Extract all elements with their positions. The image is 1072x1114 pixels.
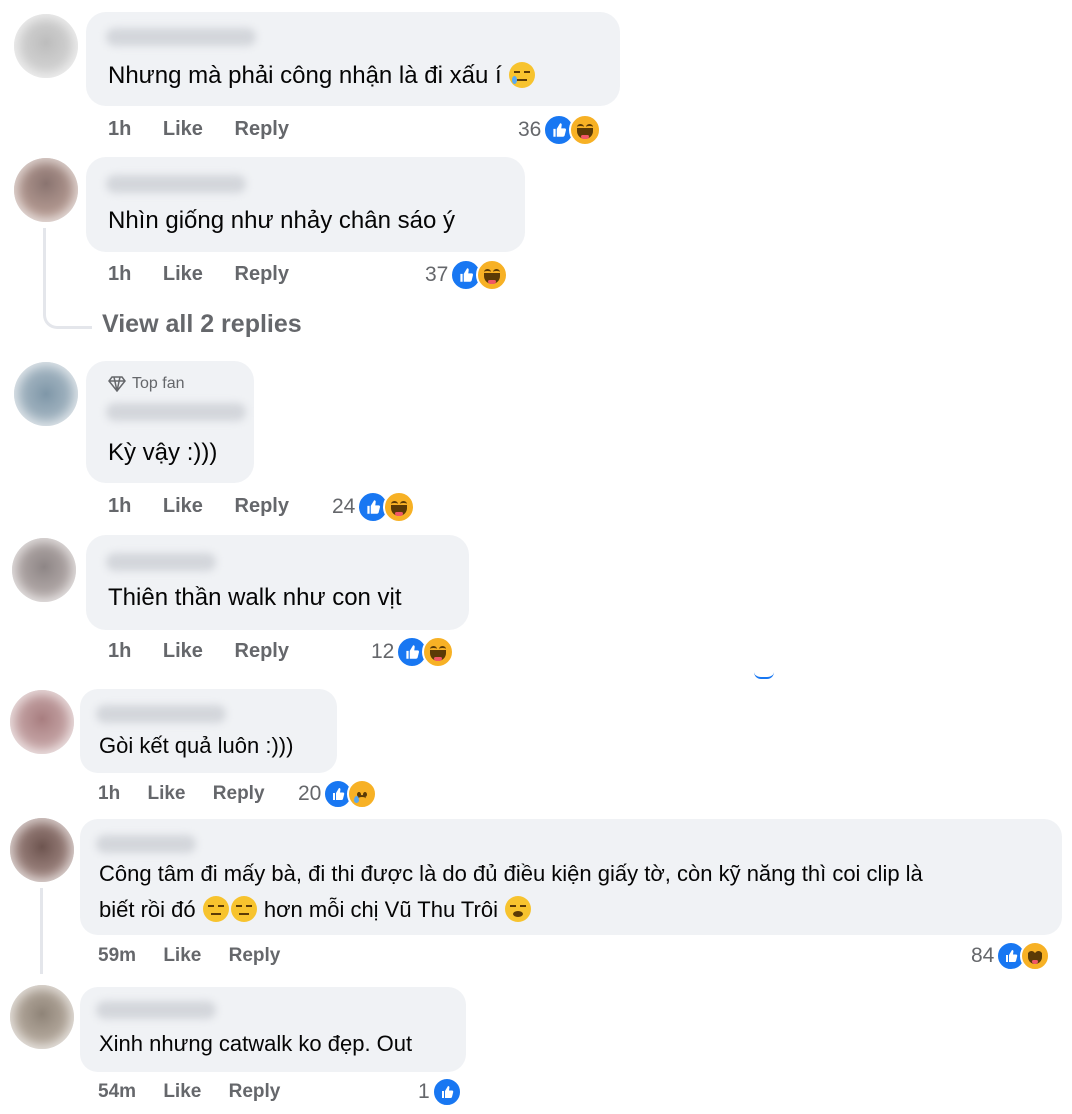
- reaction-summary[interactable]: 20: [298, 777, 378, 811]
- reaction-count: 24: [332, 495, 356, 518]
- reaction-count: 84: [971, 944, 995, 967]
- reaction-summary[interactable]: 37: [425, 258, 509, 292]
- haha-reaction-icon: [1020, 941, 1051, 971]
- author-name-blurred[interactable]: [96, 705, 226, 723]
- comment-actions: 1h Like Reply: [108, 263, 289, 286]
- avatar[interactable]: [12, 538, 76, 602]
- reaction-count: 36: [518, 118, 542, 141]
- comment-actions: 1h Like Reply: [108, 640, 289, 663]
- avatar[interactable]: [10, 690, 74, 754]
- comment-bubble: Gòi kết quả luôn :))): [80, 689, 337, 773]
- author-name-blurred[interactable]: [106, 553, 216, 571]
- reply-button[interactable]: Reply: [213, 783, 265, 804]
- reaction-count: 20: [298, 782, 322, 805]
- timestamp[interactable]: 1h: [108, 263, 131, 285]
- comment-bubble: Top fan Kỳ vậy :))): [86, 361, 254, 483]
- haha-reaction-icon: [383, 491, 416, 523]
- comment-bubble: Thiên thần walk như con vịt: [86, 535, 469, 630]
- thread-connector: [43, 228, 92, 329]
- comment-bubble: Xinh nhưng catwalk ko đẹp. Out: [80, 987, 466, 1072]
- reaction-summary[interactable]: 24: [332, 490, 416, 524]
- comment-actions: 59m Like Reply: [98, 945, 280, 967]
- reaction-summary[interactable]: 12: [371, 635, 455, 669]
- avatar[interactable]: [14, 14, 78, 78]
- comment-text: Thiên thần walk như con vịt: [108, 584, 402, 611]
- timestamp[interactable]: 1h: [108, 640, 131, 662]
- timestamp[interactable]: 54m: [98, 1081, 136, 1102]
- like-button[interactable]: Like: [163, 640, 203, 662]
- reaction-count: 12: [371, 640, 395, 663]
- reply-button[interactable]: Reply: [229, 945, 281, 966]
- comment-actions: 1h Like Reply: [108, 118, 289, 141]
- reaction-count: 1: [418, 1080, 430, 1103]
- like-button[interactable]: Like: [163, 945, 201, 966]
- author-name-blurred[interactable]: [106, 175, 246, 193]
- thread-connector: [40, 888, 43, 974]
- sad-reaction-icon: [347, 779, 378, 809]
- timestamp[interactable]: 1h: [108, 495, 131, 517]
- like-button[interactable]: Like: [163, 118, 203, 140]
- reply-button[interactable]: Reply: [235, 118, 289, 140]
- reaction-summary[interactable]: 36: [518, 113, 602, 147]
- comment-bubble: Công tâm đi mấy bà, đi thi được là do đủ…: [80, 819, 1062, 935]
- scroll-artifact: [754, 672, 774, 679]
- comment-actions: 1h Like Reply: [98, 783, 265, 805]
- like-button[interactable]: Like: [163, 495, 203, 517]
- avatar[interactable]: [14, 362, 78, 426]
- haha-reaction-icon: [422, 636, 455, 668]
- author-name-blurred[interactable]: [106, 403, 246, 421]
- yawning-face-icon: [505, 896, 532, 922]
- comment-text: Công tâm đi mấy bà, đi thi được là do đủ…: [99, 861, 923, 922]
- reply-button[interactable]: Reply: [229, 1081, 281, 1102]
- reaction-summary[interactable]: 1: [418, 1075, 462, 1109]
- reply-button[interactable]: Reply: [235, 495, 289, 517]
- like-button[interactable]: Like: [147, 783, 185, 804]
- author-name-blurred[interactable]: [96, 835, 196, 853]
- expressionless-face-icon: [230, 896, 257, 922]
- like-button[interactable]: Like: [163, 1081, 201, 1102]
- diamond-icon: [108, 376, 126, 392]
- author-name-blurred[interactable]: [96, 1001, 216, 1019]
- reaction-summary[interactable]: 84: [971, 939, 1051, 973]
- comment-text: Kỳ vậy :))): [108, 439, 218, 466]
- author-name-blurred[interactable]: [106, 28, 256, 46]
- expressionless-face-icon: [202, 896, 229, 922]
- avatar[interactable]: [14, 158, 78, 222]
- like-reaction-icon: [431, 1077, 462, 1107]
- comment-text: Nhìn giống như nhảy chân sáo ý: [108, 207, 455, 234]
- view-replies-link[interactable]: View all 2 replies: [102, 310, 302, 339]
- like-button[interactable]: Like: [163, 263, 203, 285]
- timestamp[interactable]: 1h: [108, 118, 131, 140]
- comment-text: Gòi kết quả luôn :))): [99, 733, 294, 758]
- comment-text: Nhưng mà phải công nhận là đi xấu í: [108, 61, 536, 91]
- top-fan-badge: Top fan: [108, 375, 184, 393]
- avatar[interactable]: [10, 818, 74, 882]
- comment-actions: 1h Like Reply: [108, 495, 289, 518]
- timestamp[interactable]: 1h: [98, 783, 120, 804]
- avatar[interactable]: [10, 985, 74, 1049]
- reply-button[interactable]: Reply: [235, 263, 289, 285]
- comment-bubble: Nhìn giống như nhảy chân sáo ý: [86, 157, 525, 252]
- reaction-count: 37: [425, 263, 449, 286]
- crying-face-icon: [509, 62, 536, 88]
- reply-button[interactable]: Reply: [235, 640, 289, 662]
- timestamp[interactable]: 59m: [98, 945, 136, 966]
- comment-text: Xinh nhưng catwalk ko đẹp. Out: [99, 1031, 413, 1056]
- comment-bubble: Nhưng mà phải công nhận là đi xấu í: [86, 12, 620, 106]
- comment-actions: 54m Like Reply: [98, 1081, 280, 1103]
- haha-reaction-icon: [569, 114, 602, 146]
- haha-reaction-icon: [476, 259, 509, 291]
